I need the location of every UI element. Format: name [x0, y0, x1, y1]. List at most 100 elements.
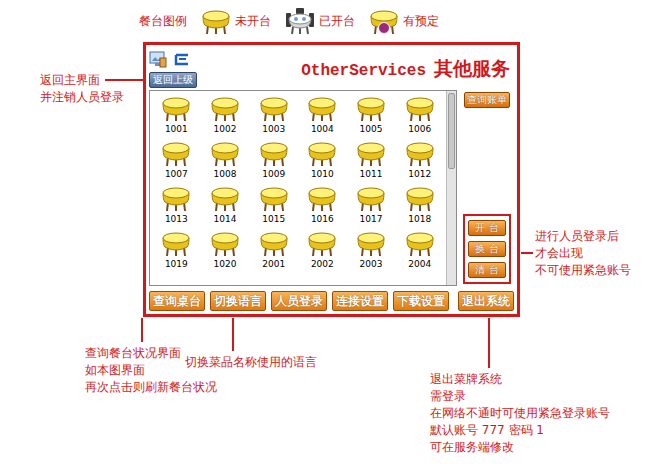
table-number: 1018 [408, 214, 431, 225]
staff-button[interactable]: 换 台 [468, 241, 505, 257]
table-cell[interactable]: 1004 [298, 94, 347, 139]
table-cell[interactable]: 1019 [152, 229, 201, 274]
reserved-table-icon [369, 7, 399, 35]
back-note: 返回主界面并注销人员登录 [0, 42, 143, 317]
staff-button[interactable]: 开 台 [468, 220, 505, 236]
table-number: 2004 [408, 259, 431, 270]
table-number: 1019 [165, 259, 188, 270]
table-number: 1011 [360, 169, 383, 180]
query-bill-button[interactable]: 查询账单 [464, 92, 510, 108]
connector-line [488, 318, 490, 368]
staff-button[interactable]: 清 台 [468, 262, 505, 278]
note-line: 退出菜牌系统 [430, 371, 502, 388]
toolbar-button[interactable]: 切换语言 [210, 291, 266, 311]
free-table-icon [210, 184, 240, 212]
free-table-icon [307, 94, 337, 122]
table-cell[interactable]: 1006 [395, 94, 444, 139]
table-cell[interactable]: 2003 [347, 229, 396, 274]
free-table-icon [405, 184, 435, 212]
table-cell[interactable]: 1020 [201, 229, 250, 274]
table-number: 1016 [311, 214, 334, 225]
table-number: 1020 [214, 259, 237, 270]
table-cell[interactable]: 1001 [152, 94, 201, 139]
back-button[interactable]: 返回上级 [149, 72, 197, 88]
note-line: 默认账号 777 密码 1 [430, 422, 544, 439]
table-number: 1010 [311, 169, 334, 180]
legend-item: 已开台 [285, 7, 355, 35]
connector-line [105, 79, 145, 81]
app-window: 返回上级OtherServices其他服务1001100210031004100… [143, 42, 520, 317]
legend-text: 已开台 [319, 13, 355, 30]
table-cell[interactable]: 1007 [152, 139, 201, 184]
language-flag-icon[interactable] [173, 51, 191, 67]
free-table-icon [201, 7, 231, 35]
table-panel: 1001 1002 1003 1004 1005 1006 1007 1008 1009 1010… [149, 90, 457, 286]
note-line: 在网络不通时可使用紧急登录账号 [430, 405, 610, 422]
window-header: 返回上级 OtherServices其他服务 [149, 47, 514, 90]
table-cell[interactable]: 2002 [298, 229, 347, 274]
staff-note: 进行人员登录后才会出现不可使用紧急账号 [520, 42, 652, 317]
table-cell[interactable]: 1016 [298, 184, 347, 229]
table-cell[interactable]: 1015 [249, 184, 298, 229]
toolbar-button[interactable]: 连接设置 [332, 291, 388, 311]
free-table-icon [307, 184, 337, 212]
table-number: 1015 [262, 214, 285, 225]
note-line: 并注销人员登录 [40, 89, 124, 106]
free-table-icon [210, 94, 240, 122]
table-number: 1008 [214, 169, 237, 180]
free-table-icon [405, 229, 435, 257]
table-cell[interactable]: 1010 [298, 139, 347, 184]
table-cell[interactable]: 1002 [201, 94, 250, 139]
tables-note: 查询餐台状况界面如本图界面再次点击则刷新餐台状况 [85, 317, 330, 465]
staff-buttons: 开 台换 台清 台 [463, 214, 510, 284]
toolbar-button[interactable]: 人员登录 [271, 291, 327, 311]
window-title: OtherServices其他服务 [301, 56, 510, 82]
monitor-icon[interactable] [149, 50, 167, 68]
free-table-icon [210, 139, 240, 167]
table-number: 2001 [262, 259, 285, 270]
table-cell[interactable]: 1012 [395, 139, 444, 184]
toolbar-button[interactable]: 查询桌台 [149, 291, 205, 311]
table-cell[interactable]: 1003 [249, 94, 298, 139]
table-number: 1002 [214, 124, 237, 135]
free-table-icon [161, 94, 191, 122]
free-table-icon [356, 229, 386, 257]
table-number: 1006 [408, 124, 431, 135]
table-number: 1009 [262, 169, 285, 180]
table-cell[interactable]: 1013 [152, 184, 201, 229]
legend-item: 未开台 [201, 7, 271, 35]
exit-button[interactable]: 退出系统 [458, 291, 514, 311]
note-line: 需登录 [430, 388, 466, 405]
table-cell[interactable]: 2001 [249, 229, 298, 274]
legend: 餐台图例未开台已开台有预定 [0, 0, 652, 42]
scrollbar-thumb[interactable] [448, 93, 455, 169]
table-number: 2002 [311, 259, 334, 270]
scrollbar[interactable] [446, 91, 456, 285]
table-number: 1004 [311, 124, 334, 135]
table-cell[interactable]: 1018 [395, 184, 444, 229]
toolbar: 查询桌台切换语言人员登录连接设置下载设置退出系统 [149, 291, 514, 311]
free-table-icon [356, 139, 386, 167]
exit-note: 退出菜牌系统需登录在网络不通时可使用紧急登录账号默认账号 777 密码 1可在服… [430, 317, 652, 465]
table-number: 1007 [165, 169, 188, 180]
free-table-icon [161, 184, 191, 212]
table-cell[interactable]: 1017 [347, 184, 396, 229]
table-cell[interactable]: 1009 [249, 139, 298, 184]
table-cell[interactable]: 1014 [201, 184, 250, 229]
table-number: 1005 [360, 124, 383, 135]
note-line: 切换菜品名称使用的语言 [185, 354, 317, 371]
table-number: 1001 [165, 124, 188, 135]
legend-text: 有预定 [403, 13, 439, 30]
free-table-icon [161, 229, 191, 257]
note-line: 查询餐台状况界面 [85, 345, 181, 362]
free-table-icon [356, 184, 386, 212]
note-line: 可在服务端修改 [430, 439, 514, 456]
free-table-icon [210, 229, 240, 257]
table-cell[interactable]: 1008 [201, 139, 250, 184]
table-cell[interactable]: 2004 [395, 229, 444, 274]
toolbar-button[interactable]: 下载设置 [393, 291, 449, 311]
free-table-icon [405, 94, 435, 122]
table-cell[interactable]: 1011 [347, 139, 396, 184]
table-number: 1017 [360, 214, 383, 225]
table-cell[interactable]: 1005 [347, 94, 396, 139]
